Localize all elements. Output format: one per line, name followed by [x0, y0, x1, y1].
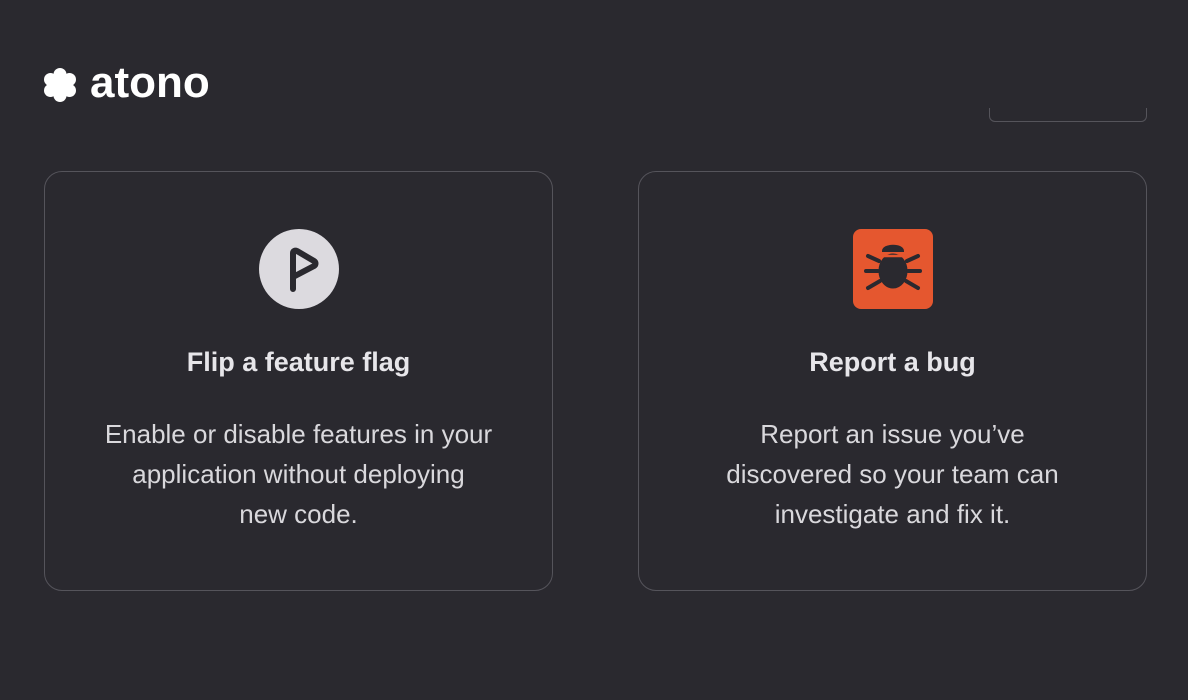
header-menu-button[interactable]: [988, 58, 1148, 122]
feature-flag-card[interactable]: Flip a feature flag Enable or disable fe…: [44, 171, 553, 591]
card-description-line: investigate and fix it.: [774, 499, 1011, 529]
brand-logo[interactable]: atono: [43, 58, 210, 107]
report-bug-card[interactable]: Report a bug Report an issue you’ve disc…: [638, 171, 1147, 591]
card-description-line: new code.: [239, 499, 358, 529]
bug-icon: [852, 229, 933, 309]
page: atono Flip a feature flag Enable or disa…: [0, 0, 1188, 700]
flower-logo-icon: [44, 68, 76, 102]
card-description-line: application without deploying: [132, 459, 465, 489]
card-description-line: discovered so your team can: [726, 459, 1059, 489]
card-description: Enable or disable features in your appli…: [75, 414, 522, 534]
card-description-line: Report an issue you’ve: [760, 419, 1025, 449]
card-description-line: Enable or disable features in your: [104, 419, 493, 449]
flag-icon: [258, 229, 339, 309]
card-title: Report a bug: [809, 347, 976, 377]
card-description: Report an issue you’ve discovered so you…: [669, 414, 1116, 534]
card-title: Flip a feature flag: [186, 347, 411, 377]
brand-name: atono: [90, 58, 210, 107]
